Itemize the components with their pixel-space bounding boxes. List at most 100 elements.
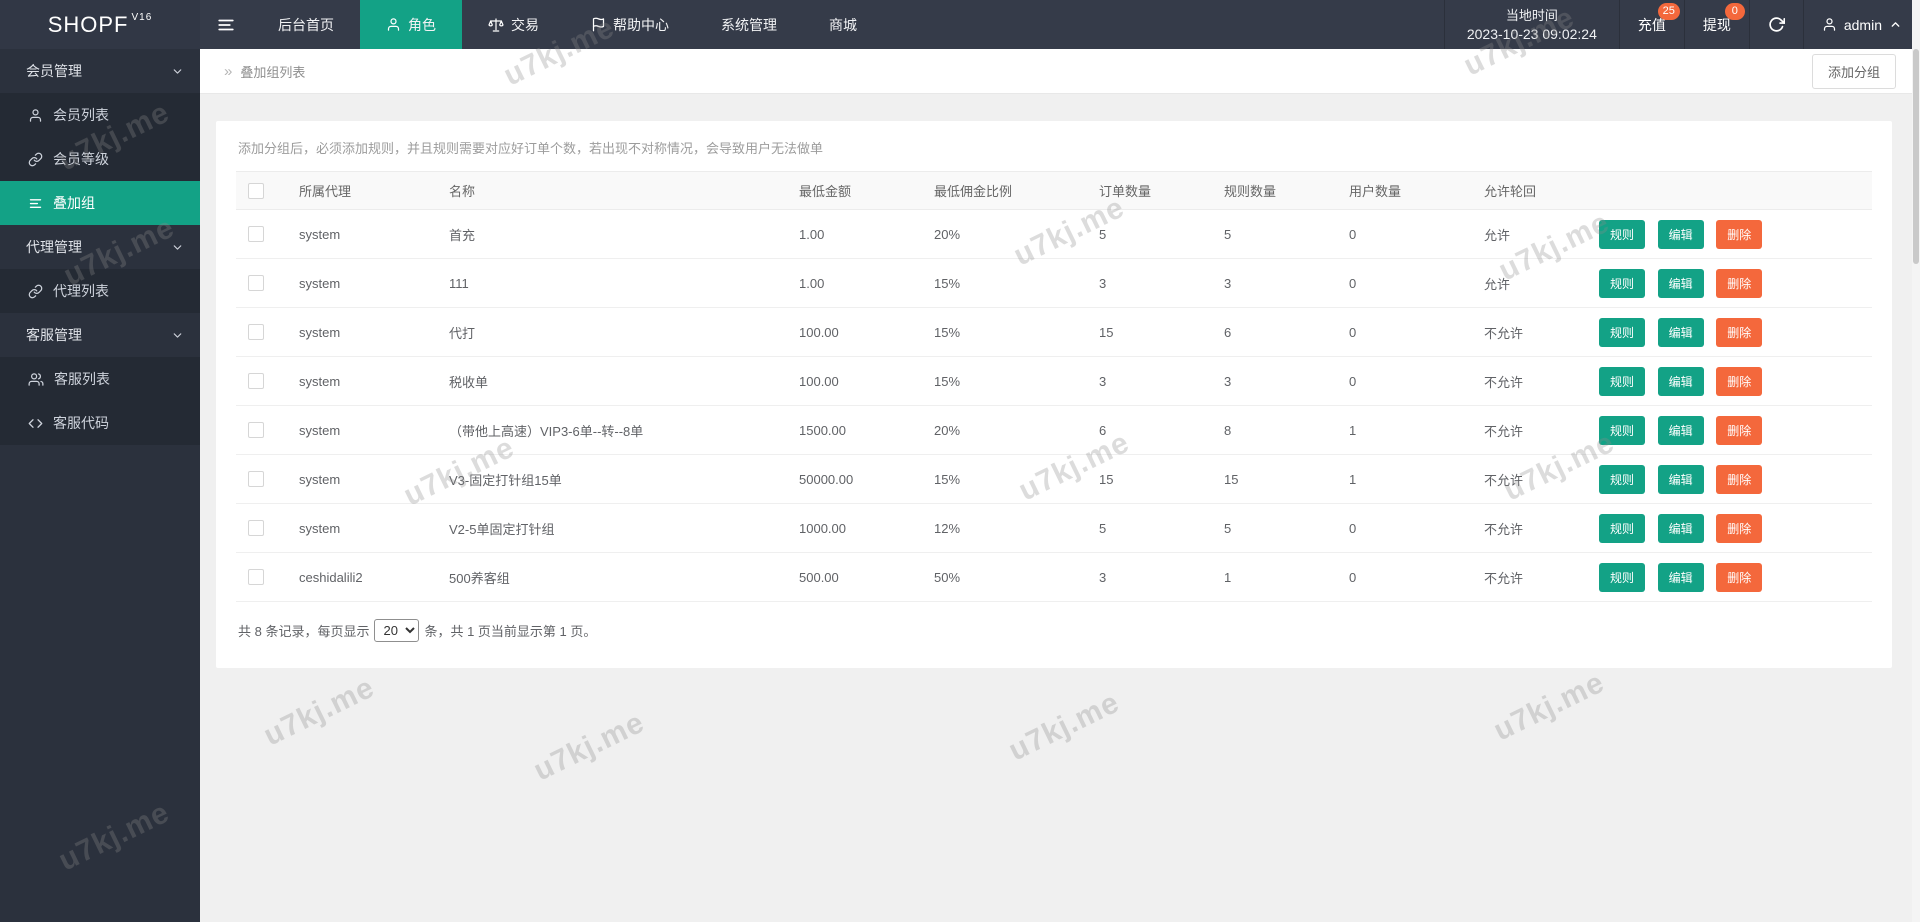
nav-label: 系统管理: [721, 16, 777, 33]
rules-button[interactable]: 规则: [1599, 562, 1646, 592]
table-row: system V3-固定打针组15单 50000.00 15% 15 15 1 …: [236, 454, 1872, 504]
cell-loop: 不允许: [1476, 503, 1591, 553]
sidebar-item-agent-list[interactable]: 代理列表: [0, 269, 200, 313]
row-checkbox[interactable]: [248, 471, 264, 488]
nav-item-trade[interactable]: 交易: [462, 0, 565, 49]
nav-label: 角色: [408, 16, 436, 33]
table-header-row: 所属代理 名称 最低金额 最低佣金比例 订单数量 规则数量 用户数量 允许轮回: [236, 171, 1872, 210]
header-name: 名称: [441, 171, 791, 210]
delete-button[interactable]: 删除: [1716, 415, 1763, 445]
rules-button[interactable]: 规则: [1599, 219, 1646, 249]
refresh-icon: [1769, 17, 1785, 32]
main-nav: 后台首页 角色 交易 帮助中心 系统管理 商城: [252, 0, 883, 49]
cell-users: 0: [1341, 307, 1476, 357]
flag-icon: [592, 17, 605, 32]
nav-item-system[interactable]: 系统管理: [695, 0, 803, 49]
sidebar-item-label: 会员等级: [53, 151, 109, 167]
sidebar-item-service-code[interactable]: 客服代码: [0, 401, 200, 445]
cell-users: 1: [1341, 454, 1476, 504]
rules-button[interactable]: 规则: [1599, 268, 1646, 298]
recharge-button[interactable]: 充值 25: [1618, 0, 1684, 49]
delete-button[interactable]: 删除: [1716, 513, 1763, 543]
sidebar-item-member-level[interactable]: 会员等级: [0, 137, 200, 181]
delete-button[interactable]: 删除: [1716, 366, 1763, 396]
withdraw-button[interactable]: 提现 0: [1683, 0, 1749, 49]
sidebar-collapse-button[interactable]: [200, 0, 252, 49]
cell-orders: 15: [1091, 454, 1216, 504]
edit-button[interactable]: 编辑: [1657, 562, 1704, 592]
row-checkbox[interactable]: [248, 324, 264, 341]
chevron-up-icon: [1891, 22, 1900, 27]
nav-item-dashboard[interactable]: 后台首页: [252, 0, 360, 49]
cell-min-amount: 500.00: [791, 552, 926, 602]
cell-min-commission: 20%: [926, 405, 1091, 455]
delete-button[interactable]: 删除: [1716, 268, 1763, 298]
row-actions: 规则 编辑 删除: [1591, 209, 1872, 259]
link-icon: [28, 284, 43, 298]
delete-button[interactable]: 删除: [1716, 562, 1763, 592]
content: 添加分组后，必须添加规则，并且规则需要对应好订单个数，若出现不对称情况，会导致用…: [200, 94, 1920, 922]
cell-orders: 3: [1091, 258, 1216, 308]
edit-button[interactable]: 编辑: [1657, 464, 1704, 494]
chevron-down-icon: [173, 244, 182, 250]
delete-button[interactable]: 删除: [1716, 464, 1763, 494]
row-checkbox[interactable]: [248, 373, 264, 390]
cell-agent: system: [291, 356, 441, 406]
rules-button[interactable]: 规则: [1599, 317, 1646, 347]
delete-button[interactable]: 删除: [1716, 317, 1763, 347]
cell-orders: 3: [1091, 356, 1216, 406]
cell-orders: 3: [1091, 552, 1216, 602]
row-checkbox[interactable]: [248, 226, 264, 243]
sidebar-item-service-list[interactable]: 客服列表: [0, 357, 200, 401]
cell-min-amount: 50000.00: [791, 454, 926, 504]
nav-item-help-center[interactable]: 帮助中心: [565, 0, 695, 49]
group-table: 所属代理 名称 最低金额 最低佣金比例 订单数量 规则数量 用户数量 允许轮回: [236, 171, 1872, 602]
user-menu[interactable]: admin: [1802, 0, 1920, 49]
breadcrumb: » 叠加组列表: [224, 62, 305, 81]
sidebar-item-member-list[interactable]: 会员列表: [0, 93, 200, 137]
delete-button[interactable]: 删除: [1716, 219, 1763, 249]
cell-agent: system: [291, 258, 441, 308]
recharge-badge: 25: [1657, 3, 1680, 20]
refresh-button[interactable]: [1748, 0, 1803, 49]
table-row: system 代打 100.00 15% 15 6 0 不允许 规则 编辑 删除: [236, 307, 1872, 357]
row-checkbox[interactable]: [248, 569, 264, 586]
sidebar-item-stack-group[interactable]: 叠加组: [0, 181, 200, 225]
edit-button[interactable]: 编辑: [1657, 317, 1704, 347]
cell-users: 1: [1341, 405, 1476, 455]
edit-button[interactable]: 编辑: [1657, 415, 1704, 445]
sidebar-group-label: 客服管理: [26, 327, 82, 343]
rules-button[interactable]: 规则: [1599, 366, 1646, 396]
page-scrollbar[interactable]: [1912, 0, 1920, 922]
rules-button[interactable]: 规则: [1599, 513, 1646, 543]
row-checkbox[interactable]: [248, 275, 264, 292]
edit-button[interactable]: 编辑: [1657, 366, 1704, 396]
rules-button[interactable]: 规则: [1599, 464, 1646, 494]
row-checkbox[interactable]: [248, 422, 264, 439]
edit-button[interactable]: 编辑: [1657, 268, 1704, 298]
sidebar-group-agent-management[interactable]: 代理管理: [0, 225, 200, 269]
cell-orders: 6: [1091, 405, 1216, 455]
cell-min-amount: 100.00: [791, 356, 926, 406]
topbar-right: 当地时间 2023-10-23 09:02:24 充值 25 提现 0 admi…: [1443, 0, 1920, 49]
table-row: system 111 1.00 15% 3 3 0 允许 规则 编辑 删除: [236, 258, 1872, 308]
nav-item-roles[interactable]: 角色: [360, 0, 462, 49]
edit-button[interactable]: 编辑: [1657, 219, 1704, 249]
row-actions: 规则 编辑 删除: [1591, 503, 1872, 553]
scrollbar-thumb[interactable]: [1913, 49, 1919, 264]
cell-loop: 不允许: [1476, 454, 1591, 504]
header-actions: [1591, 171, 1872, 210]
select-all-checkbox[interactable]: [248, 182, 264, 199]
add-group-button[interactable]: 添加分组: [1811, 53, 1896, 89]
nav-label: 商城: [829, 16, 857, 33]
cell-name: 代打: [441, 307, 791, 357]
sidebar-group-service-management[interactable]: 客服管理: [0, 313, 200, 357]
cell-min-commission: 15%: [926, 454, 1091, 504]
edit-button[interactable]: 编辑: [1657, 513, 1704, 543]
sidebar-group-member-management[interactable]: 会员管理: [0, 49, 200, 93]
rules-button[interactable]: 规则: [1599, 415, 1646, 445]
cell-min-amount: 1000.00: [791, 503, 926, 553]
per-page-select[interactable]: 20: [374, 619, 420, 642]
nav-item-mall[interactable]: 商城: [803, 0, 883, 49]
row-checkbox[interactable]: [248, 520, 264, 537]
